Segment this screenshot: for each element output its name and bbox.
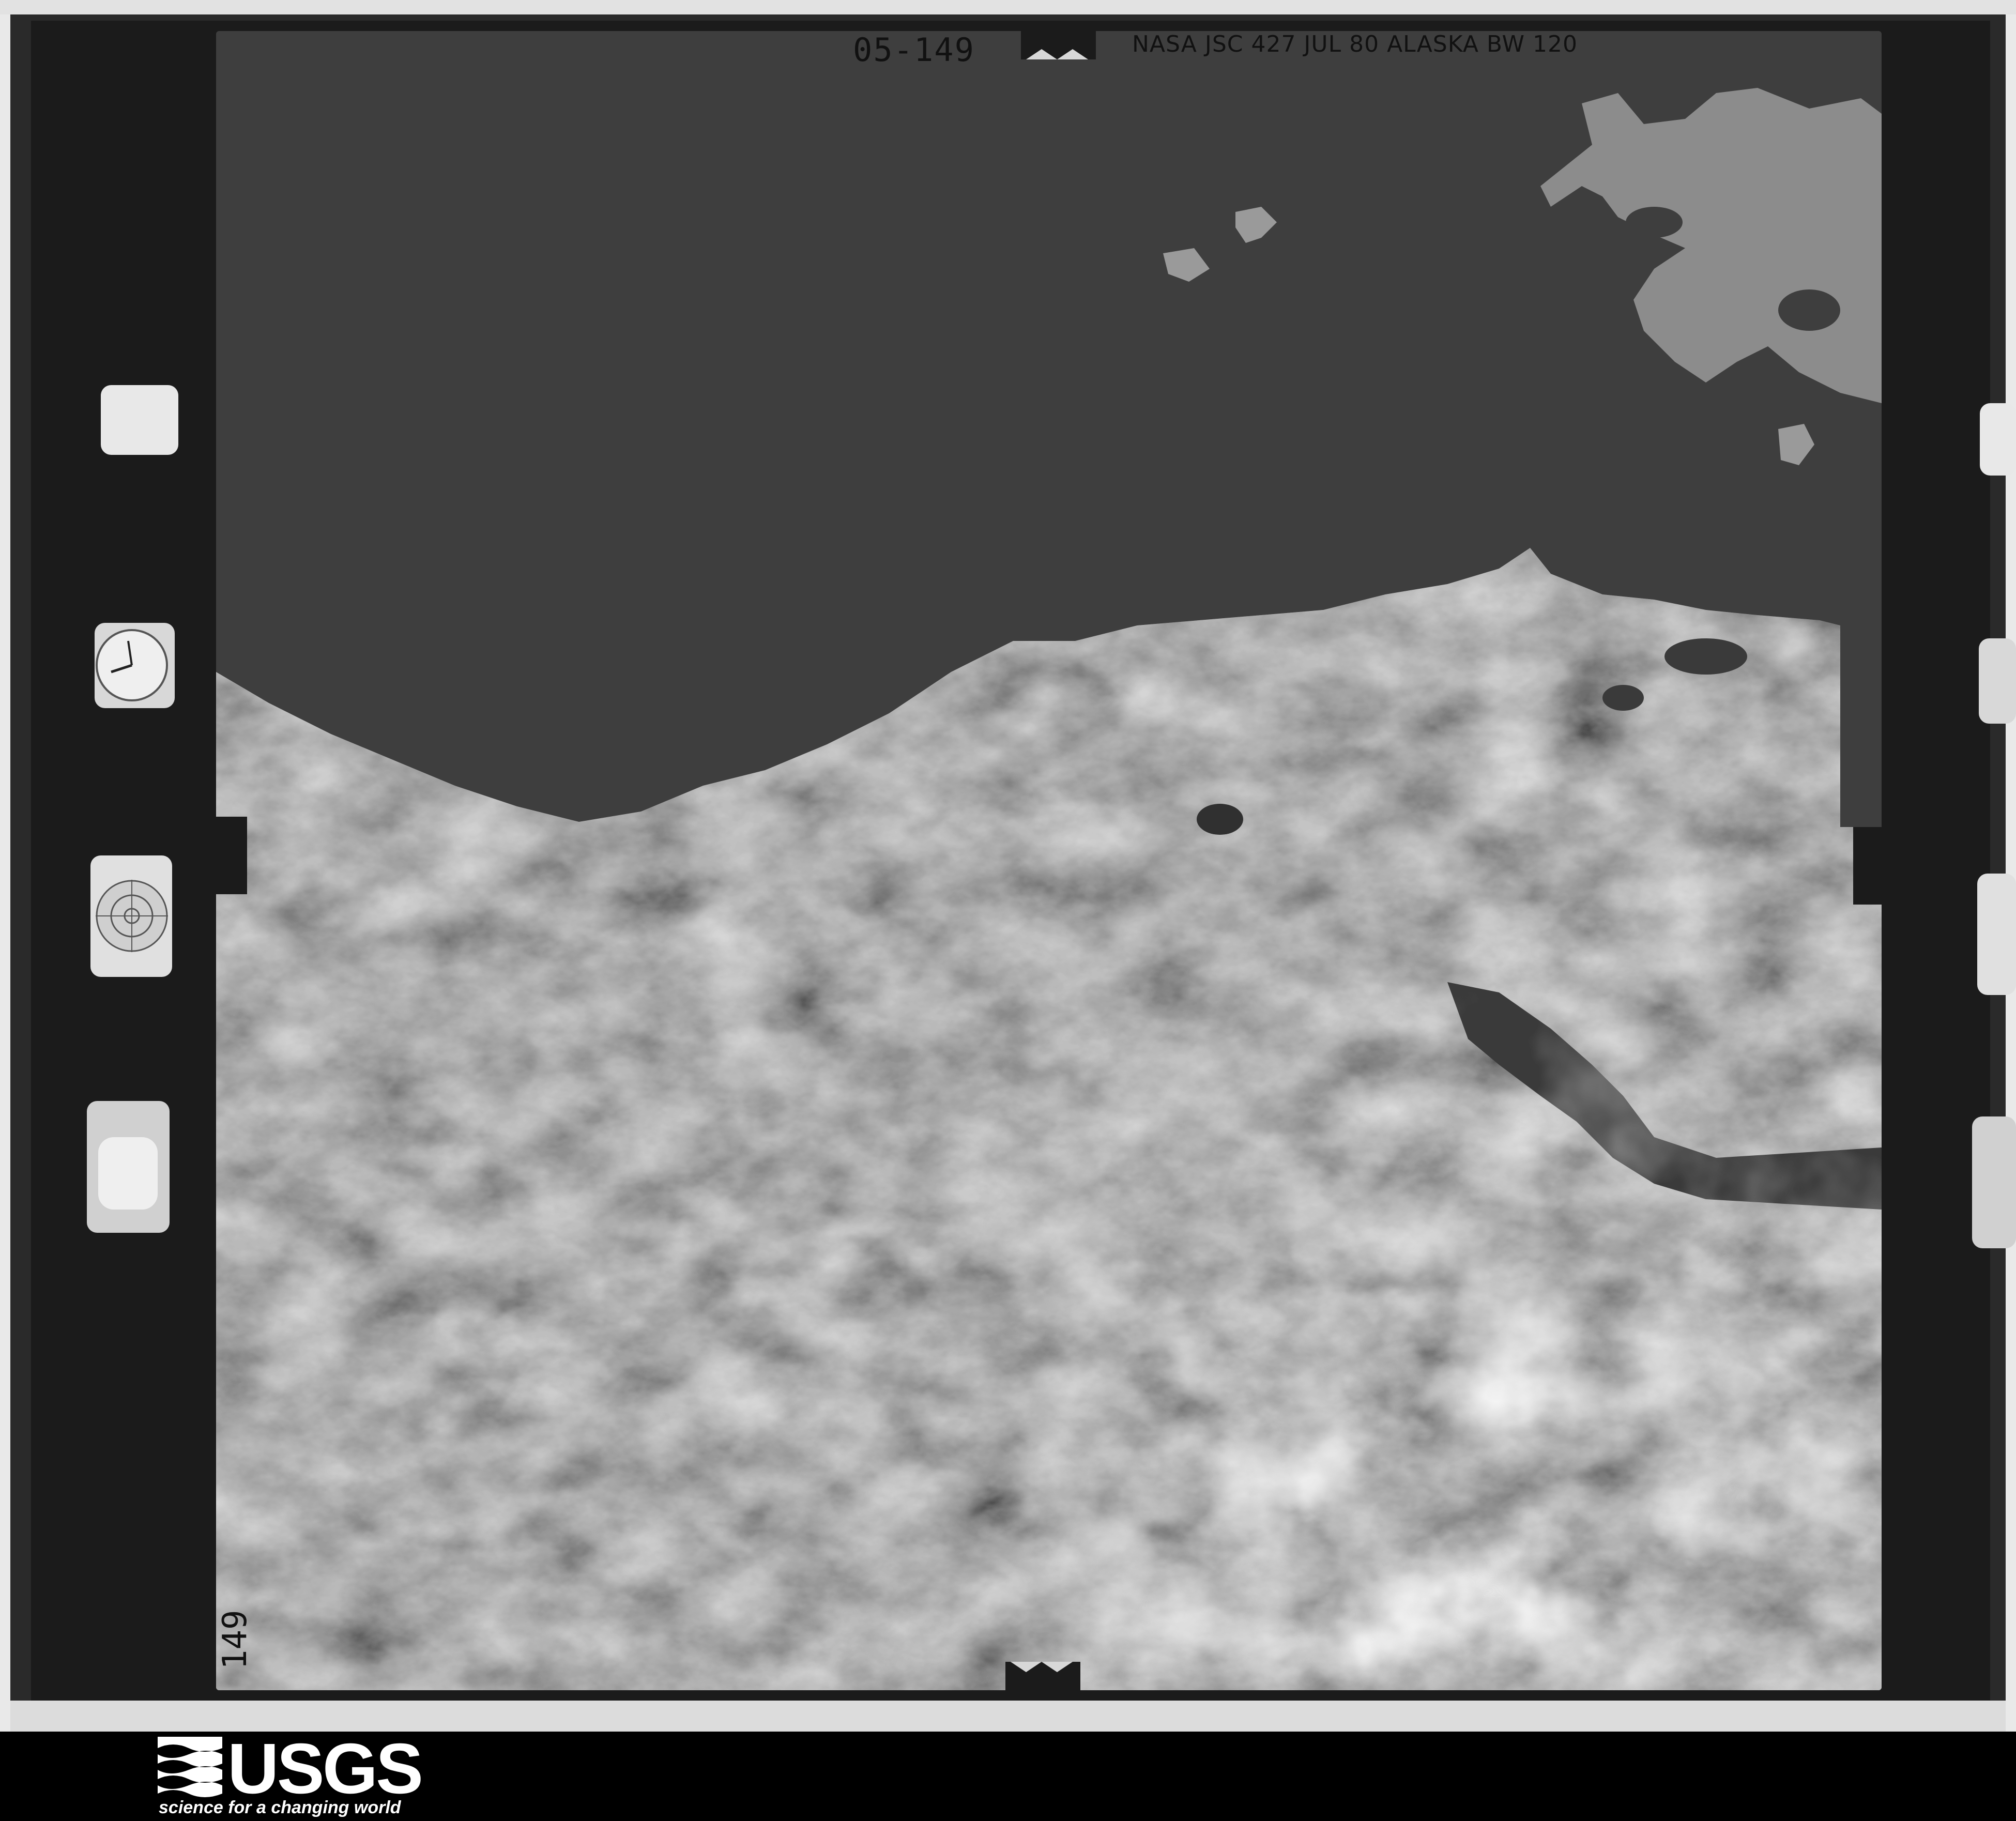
usgs-wave-icon (158, 1737, 222, 1801)
side-frame-label: 149 (216, 1610, 254, 1670)
usgs-logo: USGS science for a changing world (158, 1733, 423, 1820)
usgs-tagline: science for a changing world (159, 1798, 401, 1817)
aerial-photo-film-frame (0, 0, 2016, 1732)
frame-caption: NASA JSC 427 JUL 80 ALASKA BW 120 (1132, 31, 1578, 57)
footer-bar: USGS science for a changing world (0, 1732, 2016, 1821)
usgs-wordmark: USGS (227, 1729, 423, 1809)
frame-number: 05-149 (853, 31, 975, 69)
